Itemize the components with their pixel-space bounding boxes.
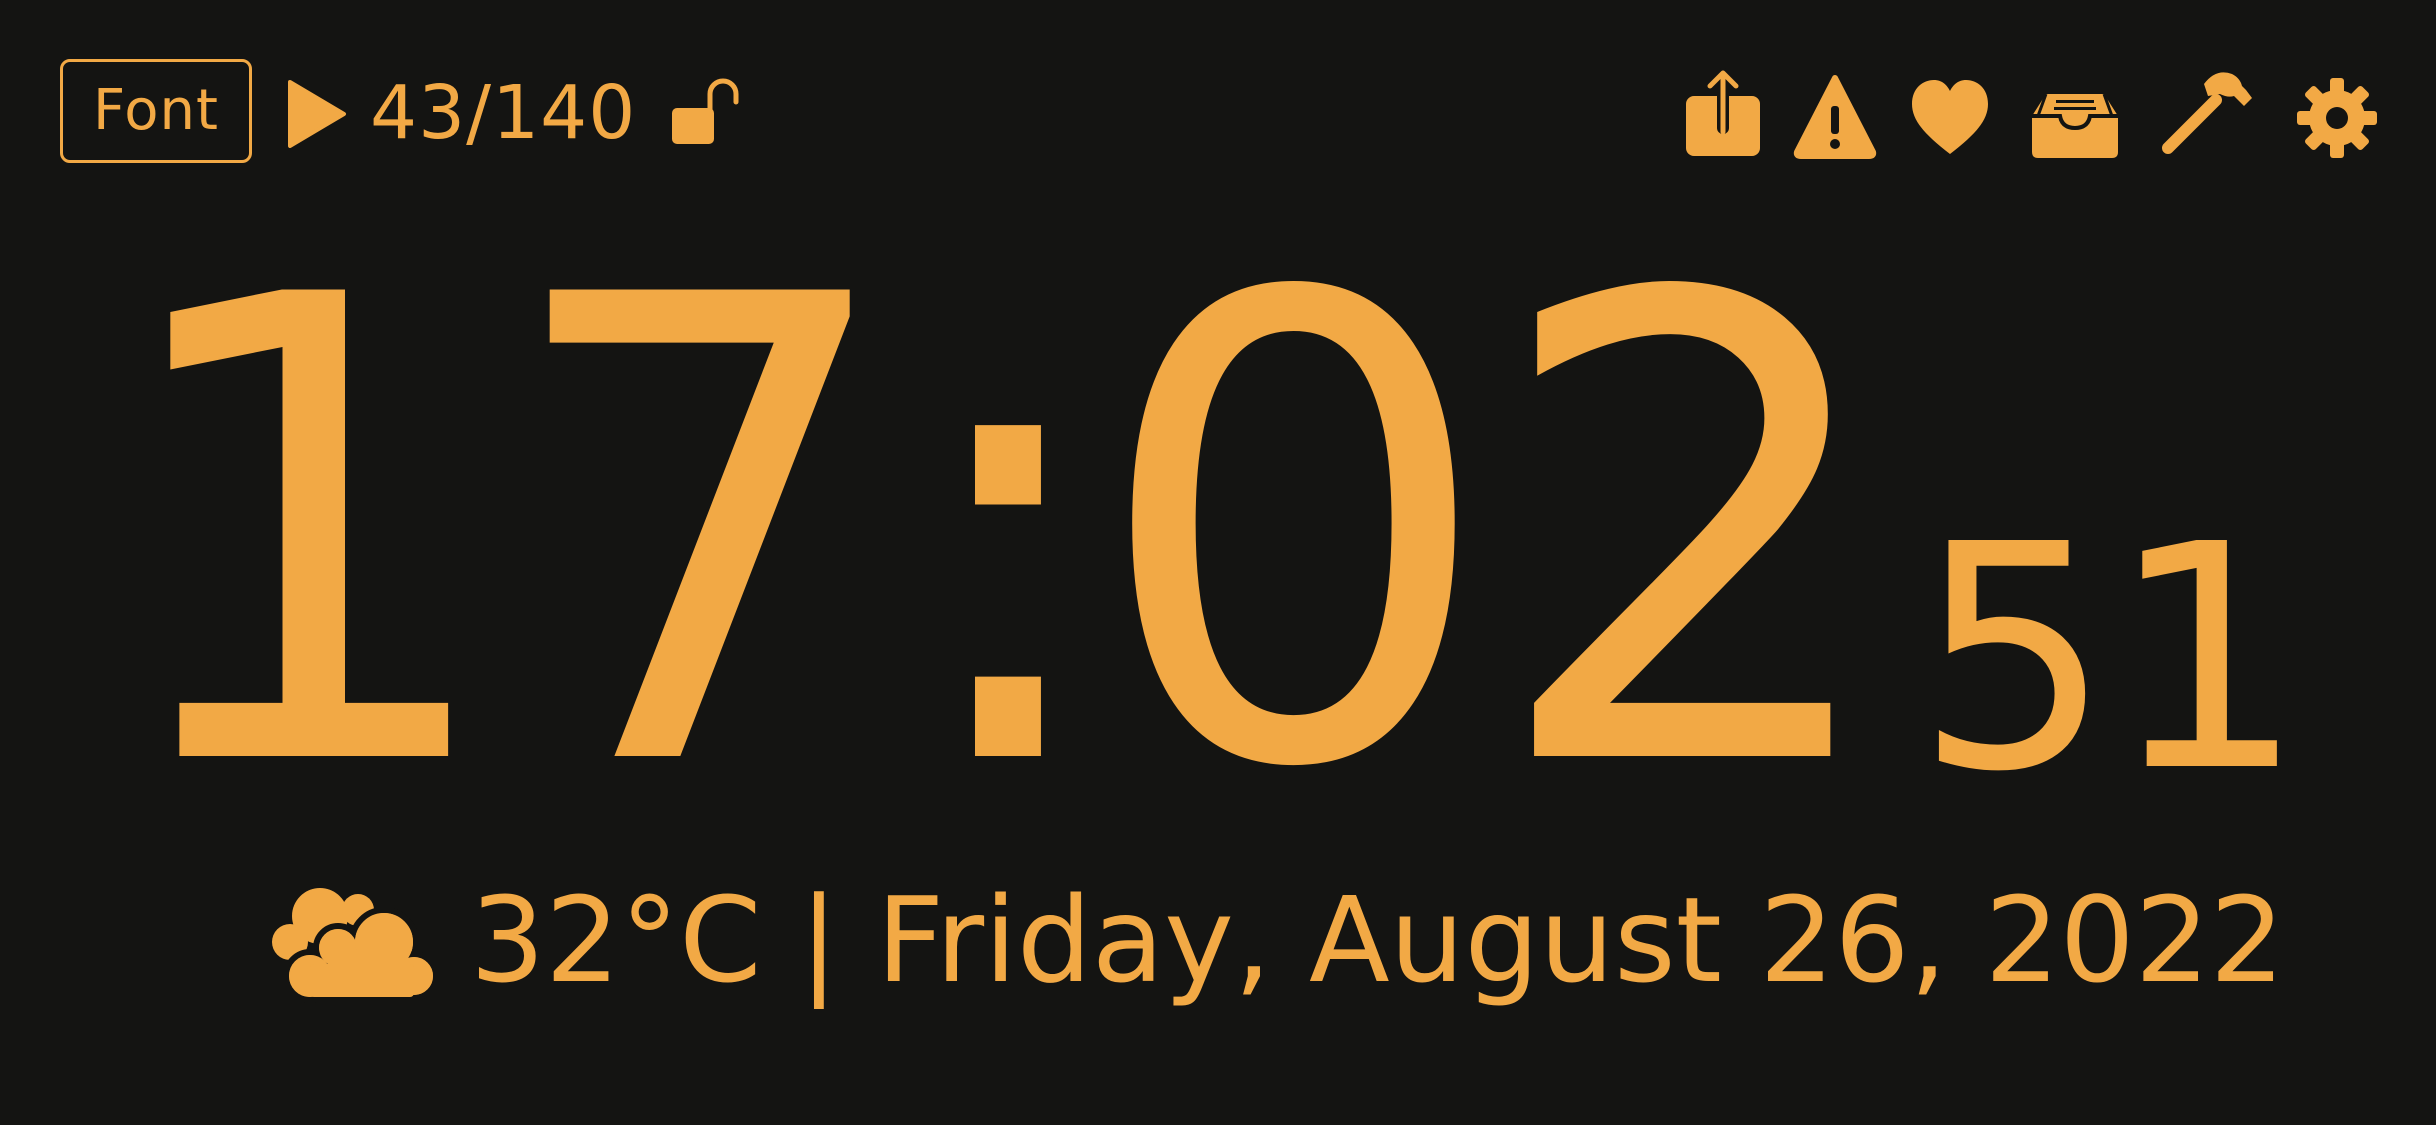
hammer-icon[interactable] bbox=[2160, 68, 2256, 160]
share-icon[interactable] bbox=[1680, 68, 1766, 160]
clock-seconds: 51 bbox=[1915, 479, 2305, 840]
clock-hours: 17 bbox=[100, 162, 904, 907]
warning-icon[interactable] bbox=[1793, 68, 1877, 160]
inbox-tray-icon[interactable] bbox=[2028, 68, 2122, 160]
clock-colon: : bbox=[900, 162, 1116, 907]
font-button[interactable]: Font bbox=[60, 59, 252, 163]
track-counter: 43/140 bbox=[370, 70, 637, 156]
cloudy-icon bbox=[262, 880, 446, 1010]
clock-minutes: 02 bbox=[1090, 162, 1894, 907]
play-icon[interactable] bbox=[286, 80, 348, 148]
heart-icon[interactable] bbox=[1910, 68, 1990, 160]
gear-icon[interactable] bbox=[2296, 68, 2378, 160]
weather-date-line: 32°C | Friday, August 26, 2022 bbox=[470, 871, 2285, 1009]
unlocked-padlock-icon[interactable] bbox=[670, 78, 742, 148]
font-button-label: Font bbox=[93, 78, 219, 143]
